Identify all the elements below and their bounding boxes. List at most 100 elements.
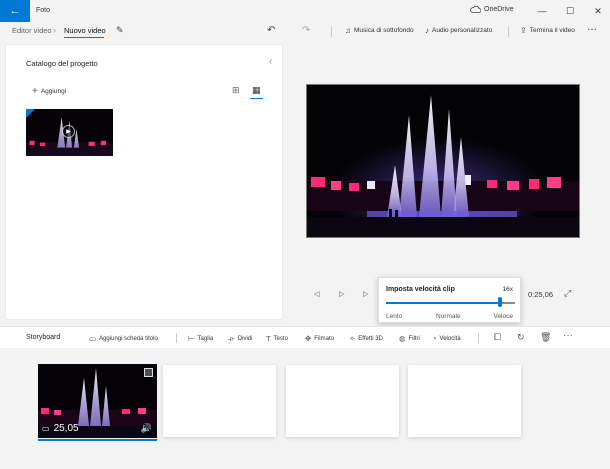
onedrive-label: OneDrive [484, 6, 514, 13]
app-name: Foto [36, 7, 51, 14]
custom-audio-button[interactable]: ♪ Audio personalizzato [425, 26, 492, 35]
cloud-icon [470, 6, 481, 13]
toolbar-divider [508, 26, 509, 37]
rotate-icon[interactable]: ↻ [517, 332, 525, 343]
background-music-button[interactable]: ♫ Musica di sottofondo [345, 26, 414, 35]
speed-button[interactable]: ◔ Velocità [432, 334, 461, 343]
storyboard-toolbar: Storyboard ▭ Aggiungi scheda titolo ⊢ Ta… [0, 326, 610, 348]
delete-icon[interactable]: 🗑 [540, 332, 551, 343]
custom-audio-icon: ♪ [425, 26, 429, 35]
collapse-chevron-icon[interactable]: ‹ [269, 56, 272, 67]
fullscreen-icon[interactable]: ⤢ [564, 288, 571, 299]
split-button[interactable]: ⟛ Dividi [228, 334, 252, 344]
trim-icon: ⊢ [188, 334, 195, 343]
3d-effects-icon: ✧ [349, 334, 356, 343]
text-label: Testo [273, 335, 288, 342]
clip-volume-icon[interactable]: 🔊 [141, 423, 152, 434]
add-title-card-button[interactable]: ▭ Aggiungi scheda titolo [89, 334, 158, 343]
storyboard-divider [478, 333, 479, 343]
maximize-icon: ☐ [565, 5, 575, 16]
add-media-label: Aggiungi [40, 88, 67, 95]
speed-mid-label: Normale [436, 313, 461, 320]
text-icon: T [266, 334, 271, 343]
clip-duration: ▭ 25,05 [42, 423, 79, 434]
split-label: Dividi [237, 336, 253, 342]
filters-label: Filtri [408, 335, 420, 342]
background-music-label: Musica di sottofondo [354, 27, 414, 34]
clip-selected-indicator [38, 439, 157, 441]
minimize-button[interactable]: — [530, 0, 554, 22]
selection-corner-badge [26, 109, 35, 118]
speed-min-label: Lento [386, 313, 403, 320]
breadcrumb-underline [64, 37, 104, 38]
fountain-preview-image [307, 85, 579, 237]
more-options-icon[interactable]: ··· [587, 24, 597, 35]
storyboard-title: Storyboard [26, 334, 61, 341]
redo-icon[interactable]: ↷ [302, 25, 310, 36]
filters-icon: ◍ [399, 334, 406, 343]
speed-slider-thumb[interactable] [497, 297, 502, 307]
title-card-icon: ▭ [89, 334, 97, 343]
speed-max-label: Veloce [493, 313, 513, 320]
grid-view-icon[interactable]: ⊞ [232, 85, 240, 96]
export-icon: ⇪ [520, 26, 527, 35]
timecode: 0:25,06 [528, 290, 554, 299]
crop-icon[interactable]: ⧠ [494, 332, 501, 343]
rename-pencil-icon[interactable]: ✎ [116, 25, 124, 36]
catalog-media-thumbnail[interactable]: ▶ [26, 109, 113, 156]
video-preview[interactable] [306, 84, 580, 238]
breadcrumb-editor-video[interactable]: Editor video [12, 26, 52, 35]
storyboard-empty-slot[interactable] [286, 365, 399, 437]
3d-effects-button[interactable]: ✧ Effetti 3D [349, 334, 383, 343]
back-button[interactable]: ← [0, 0, 30, 22]
filters-button[interactable]: ◍ Filtri [399, 334, 420, 343]
add-title-card-label: Aggiungi scheda titolo [99, 335, 158, 342]
motion-label: Filmato [314, 335, 334, 342]
speed-slider-track[interactable] [386, 302, 515, 304]
speed-value: 16x [502, 286, 513, 293]
storyboard-empty-slot[interactable] [408, 365, 521, 437]
trim-label: Taglia [197, 335, 214, 342]
speed-slider-fill [386, 302, 500, 304]
play-icon: ▶ [62, 125, 75, 138]
storyboard-clip[interactable]: ▭ 25,05 🔊 [38, 364, 157, 438]
play-button-icon[interactable]: ▷ [339, 290, 344, 298]
motion-button[interactable]: ✥ Filmato [305, 334, 334, 343]
speed-label: Velocità [439, 335, 461, 342]
clip-select-checkbox[interactable] [144, 368, 153, 377]
onedrive-status[interactable]: OneDrive [470, 6, 514, 13]
next-frame-icon[interactable]: ▷ [363, 290, 368, 298]
undo-icon[interactable]: ↶ [267, 25, 275, 36]
detail-view-icon[interactable]: ▦ [252, 85, 261, 96]
music-note-icon: ♫ [345, 26, 351, 35]
motion-icon: ✥ [305, 334, 312, 343]
custom-audio-label: Audio personalizzato [432, 27, 493, 34]
active-view-indicator [250, 98, 263, 99]
previous-frame-icon[interactable]: ◁ [314, 290, 319, 298]
command-bar: Editor video › Nuovo video ✎ ↶ ↷ ♫ Music… [0, 22, 610, 40]
text-button[interactable]: T Testo [266, 334, 288, 343]
speed-popup-title: Imposta velocità clip [386, 286, 455, 293]
plus-icon: + [32, 86, 38, 97]
trim-button[interactable]: ⊢ Taglia [188, 334, 213, 343]
breadcrumb-separator-icon: › [53, 25, 56, 35]
toolbar-divider [331, 26, 332, 37]
finish-video-label: Termina il video [529, 27, 575, 34]
speed-icon: ◔ [432, 334, 437, 343]
breadcrumb-current-project: Nuovo video [64, 26, 106, 35]
back-arrow-icon: ← [9, 5, 21, 17]
split-icon: ⟛ [228, 334, 235, 343]
clip-duration-value: 25,05 [53, 423, 79, 434]
3d-effects-label: Effetti 3D [358, 335, 383, 342]
add-media-button[interactable]: + Aggiungi [32, 86, 66, 97]
clip-frame-icon: ▭ [42, 424, 50, 433]
storyboard-empty-slot[interactable] [163, 365, 276, 437]
clip-speed-popup: Imposta velocità clip 16x Lento Normale … [378, 277, 521, 323]
close-button[interactable]: ✕ [586, 0, 610, 22]
close-icon: ✕ [594, 5, 602, 16]
title-bar: ← Foto OneDrive — ☐ ✕ [0, 0, 610, 22]
storyboard-divider [176, 333, 177, 343]
maximize-button[interactable]: ☐ [558, 0, 582, 22]
finish-video-button[interactable]: ⇪ Termina il video [520, 26, 575, 35]
storyboard-more-icon[interactable]: ··· [563, 330, 573, 341]
